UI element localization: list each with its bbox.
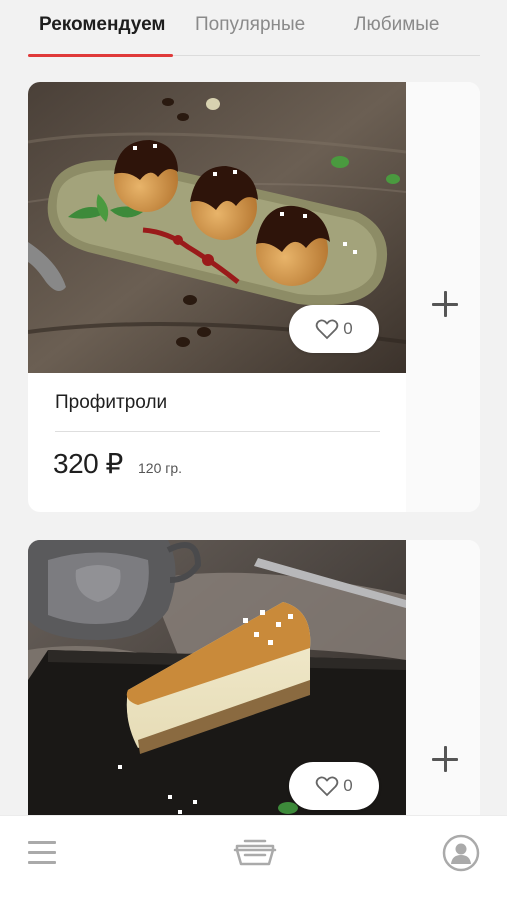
tab-favorites[interactable]: Любимые bbox=[354, 14, 440, 36]
basket-icon[interactable] bbox=[233, 838, 277, 868]
like-count: 0 bbox=[343, 319, 353, 338]
like-button[interactable]: 0 bbox=[289, 305, 379, 353]
tab-recommended[interactable]: Рекомендуем bbox=[39, 14, 165, 36]
user-profile-icon[interactable] bbox=[442, 834, 480, 872]
product-card[interactable]: 0 Профитроли 320 ₽ 120 гр. bbox=[28, 82, 480, 512]
add-to-cart-button[interactable] bbox=[432, 291, 458, 317]
product-price: 320 ₽ bbox=[53, 448, 123, 479]
hamburger-menu-icon[interactable] bbox=[28, 841, 56, 865]
heart-icon bbox=[315, 319, 339, 340]
heart-icon bbox=[315, 776, 339, 797]
tab-popular[interactable]: Популярные bbox=[195, 14, 305, 36]
bottom-navigation bbox=[0, 815, 507, 900]
like-button[interactable]: 0 bbox=[289, 762, 379, 810]
add-to-cart-button[interactable] bbox=[432, 746, 458, 772]
category-tabs: Рекомендуем Популярные Любимые bbox=[28, 0, 480, 57]
product-card[interactable]: 0 bbox=[28, 540, 480, 840]
product-weight: 120 гр. bbox=[138, 460, 183, 476]
card-side-panel bbox=[406, 540, 480, 840]
divider bbox=[55, 431, 380, 432]
like-count: 0 bbox=[343, 776, 353, 795]
product-title: Профитроли bbox=[55, 392, 168, 413]
active-tab-indicator bbox=[28, 54, 173, 57]
